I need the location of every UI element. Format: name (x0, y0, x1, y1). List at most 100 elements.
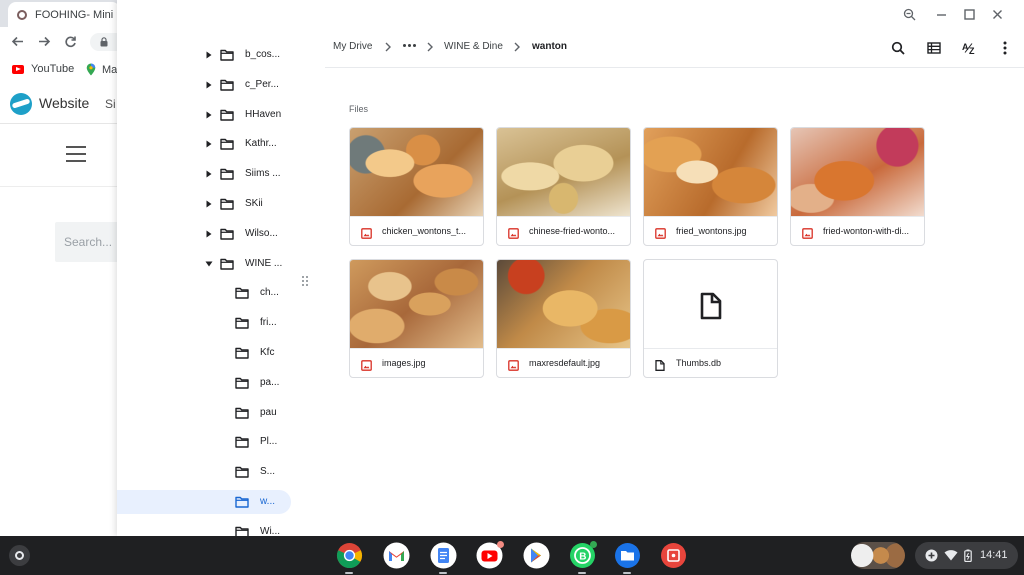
file-icon (655, 358, 666, 371)
reload-icon[interactable] (64, 35, 77, 48)
file-card[interactable]: images.jpg (349, 259, 484, 378)
gmail-icon[interactable] (383, 542, 410, 569)
site-nav-item[interactable]: Si (105, 97, 116, 111)
folder-icon (235, 436, 249, 449)
forward-icon[interactable] (38, 35, 51, 48)
search-icon[interactable] (888, 38, 908, 58)
section-label: Files (349, 104, 369, 114)
image-thumbnail (497, 128, 630, 216)
browser-tab[interactable]: FOOHING- Mini pa (8, 2, 120, 27)
bookmark-maps[interactable]: Ma (86, 63, 117, 76)
file-card[interactable]: Thumbs.db (643, 259, 778, 378)
running-indicator (578, 572, 586, 574)
files-icon[interactable] (614, 542, 641, 574)
running-indicator (439, 572, 447, 574)
file-card[interactable]: chinese-fried-wonto... (496, 127, 631, 246)
file-card[interactable]: chicken_wontons_t... (349, 127, 484, 246)
sidebar-item-label: b_cos... (245, 49, 281, 60)
sidebar-item[interactable]: c_Per... (117, 73, 291, 97)
holding-space-thumbnail[interactable] (851, 542, 905, 569)
file-card[interactable]: fried_wontons.jpg (643, 127, 778, 246)
sidebar-item[interactable]: pa... (117, 371, 291, 395)
sidebar-item[interactable]: b_cos... (117, 43, 291, 67)
file-icon (700, 292, 722, 320)
lock-icon (100, 37, 108, 47)
sidebar-item[interactable]: Kathr... (117, 132, 291, 156)
file-card-footer: fried_wontons.jpg (644, 216, 777, 245)
folder-icon (220, 138, 234, 151)
site-logo-icon (10, 93, 32, 115)
folder-icon (235, 496, 249, 508)
sidebar-item[interactable]: ch... (117, 281, 291, 305)
image-file-icon (508, 358, 519, 371)
image-file-icon (802, 226, 813, 239)
sidebar-item[interactable]: w... (117, 490, 291, 514)
launcher-icon (15, 551, 24, 560)
shelf: B 14:41 (0, 536, 1024, 575)
caret-right-icon[interactable] (204, 139, 214, 149)
more-options-icon[interactable] (995, 38, 1015, 58)
screencast-icon[interactable] (660, 542, 687, 569)
whatsapp-business-icon[interactable]: B (569, 541, 597, 574)
caret-right-icon[interactable] (204, 169, 214, 179)
sidebar-item[interactable]: Kfc (117, 341, 291, 365)
svg-text:A: A (962, 42, 969, 52)
play-store-icon[interactable] (523, 542, 550, 569)
caret-right-icon[interactable] (204, 110, 214, 120)
sidebar-item[interactable]: S... (117, 460, 291, 484)
bookmark-youtube[interactable]: YouTube (12, 63, 74, 75)
sidebar-item[interactable]: Wilso... (117, 222, 291, 246)
running-indicator (345, 572, 353, 574)
file-thumbnail (644, 260, 777, 348)
folder-icon (220, 168, 234, 180)
file-card-footer: chicken_wontons_t... (350, 216, 483, 245)
sidebar-item[interactable]: Siims ... (117, 162, 291, 186)
status-area[interactable]: 14:41 (915, 542, 1018, 569)
breadcrumb-parent[interactable]: WINE & Dine (444, 41, 503, 52)
file-card[interactable]: maxresdefault.jpg (496, 259, 631, 378)
back-icon[interactable] (11, 35, 24, 48)
image-thumbnail (350, 128, 483, 216)
site-name[interactable]: Website (39, 95, 89, 111)
add-circle-icon (925, 549, 938, 562)
maps-icon (86, 63, 96, 76)
sidebar-item[interactable]: HHaven (117, 103, 291, 127)
sidebar-resize-handle[interactable] (302, 276, 310, 288)
file-name: chinese-fried-wonto... (529, 226, 616, 236)
breadcrumb-my-drive[interactable]: My Drive (333, 41, 372, 52)
file-name: maxresdefault.jpg (529, 358, 601, 368)
sidebar-item[interactable]: fri... (117, 311, 291, 335)
chrome-icon[interactable] (336, 542, 363, 574)
folder-icon (235, 287, 249, 300)
image-thumbnail (644, 128, 777, 216)
launcher-button[interactable] (9, 545, 30, 566)
sidebar-item[interactable]: pau (117, 401, 291, 425)
breadcrumb-more-icon[interactable] (403, 44, 416, 47)
file-card-footer: fried-wonton-with-di... (791, 216, 924, 245)
sidebar-item[interactable]: WINE ... (117, 252, 291, 276)
sidebar-item-label: ch... (260, 287, 279, 299)
folder-icon (220, 49, 234, 61)
breadcrumb-current: wanton (532, 41, 567, 52)
caret-right-icon[interactable] (204, 80, 214, 90)
caret-right-icon[interactable] (204, 229, 214, 239)
sort-icon[interactable]: AZ (960, 38, 980, 58)
svg-text:B: B (579, 551, 586, 562)
folder-icon (235, 377, 249, 389)
menu-icon[interactable] (66, 146, 86, 167)
caret-right-icon[interactable] (204, 199, 214, 209)
sidebar-item-label: w... (260, 496, 276, 507)
caret-right-icon[interactable] (204, 50, 214, 60)
youtube-icon[interactable] (476, 541, 504, 569)
folder-icon (220, 198, 234, 210)
sidebar-item[interactable]: SKii (117, 192, 291, 216)
site-search-input[interactable]: Search... (55, 222, 120, 262)
caret-down-icon[interactable] (204, 259, 214, 269)
chevron-right-icon (427, 42, 433, 52)
browser-tab-strip: FOOHING- Mini pa (0, 0, 120, 27)
docs-icon[interactable] (430, 542, 457, 574)
file-card[interactable]: fried-wonton-with-di... (790, 127, 925, 246)
list-view-icon[interactable] (924, 38, 944, 58)
sidebar-item-label: pau (260, 406, 277, 418)
sidebar-item[interactable]: Pl... (117, 430, 291, 454)
